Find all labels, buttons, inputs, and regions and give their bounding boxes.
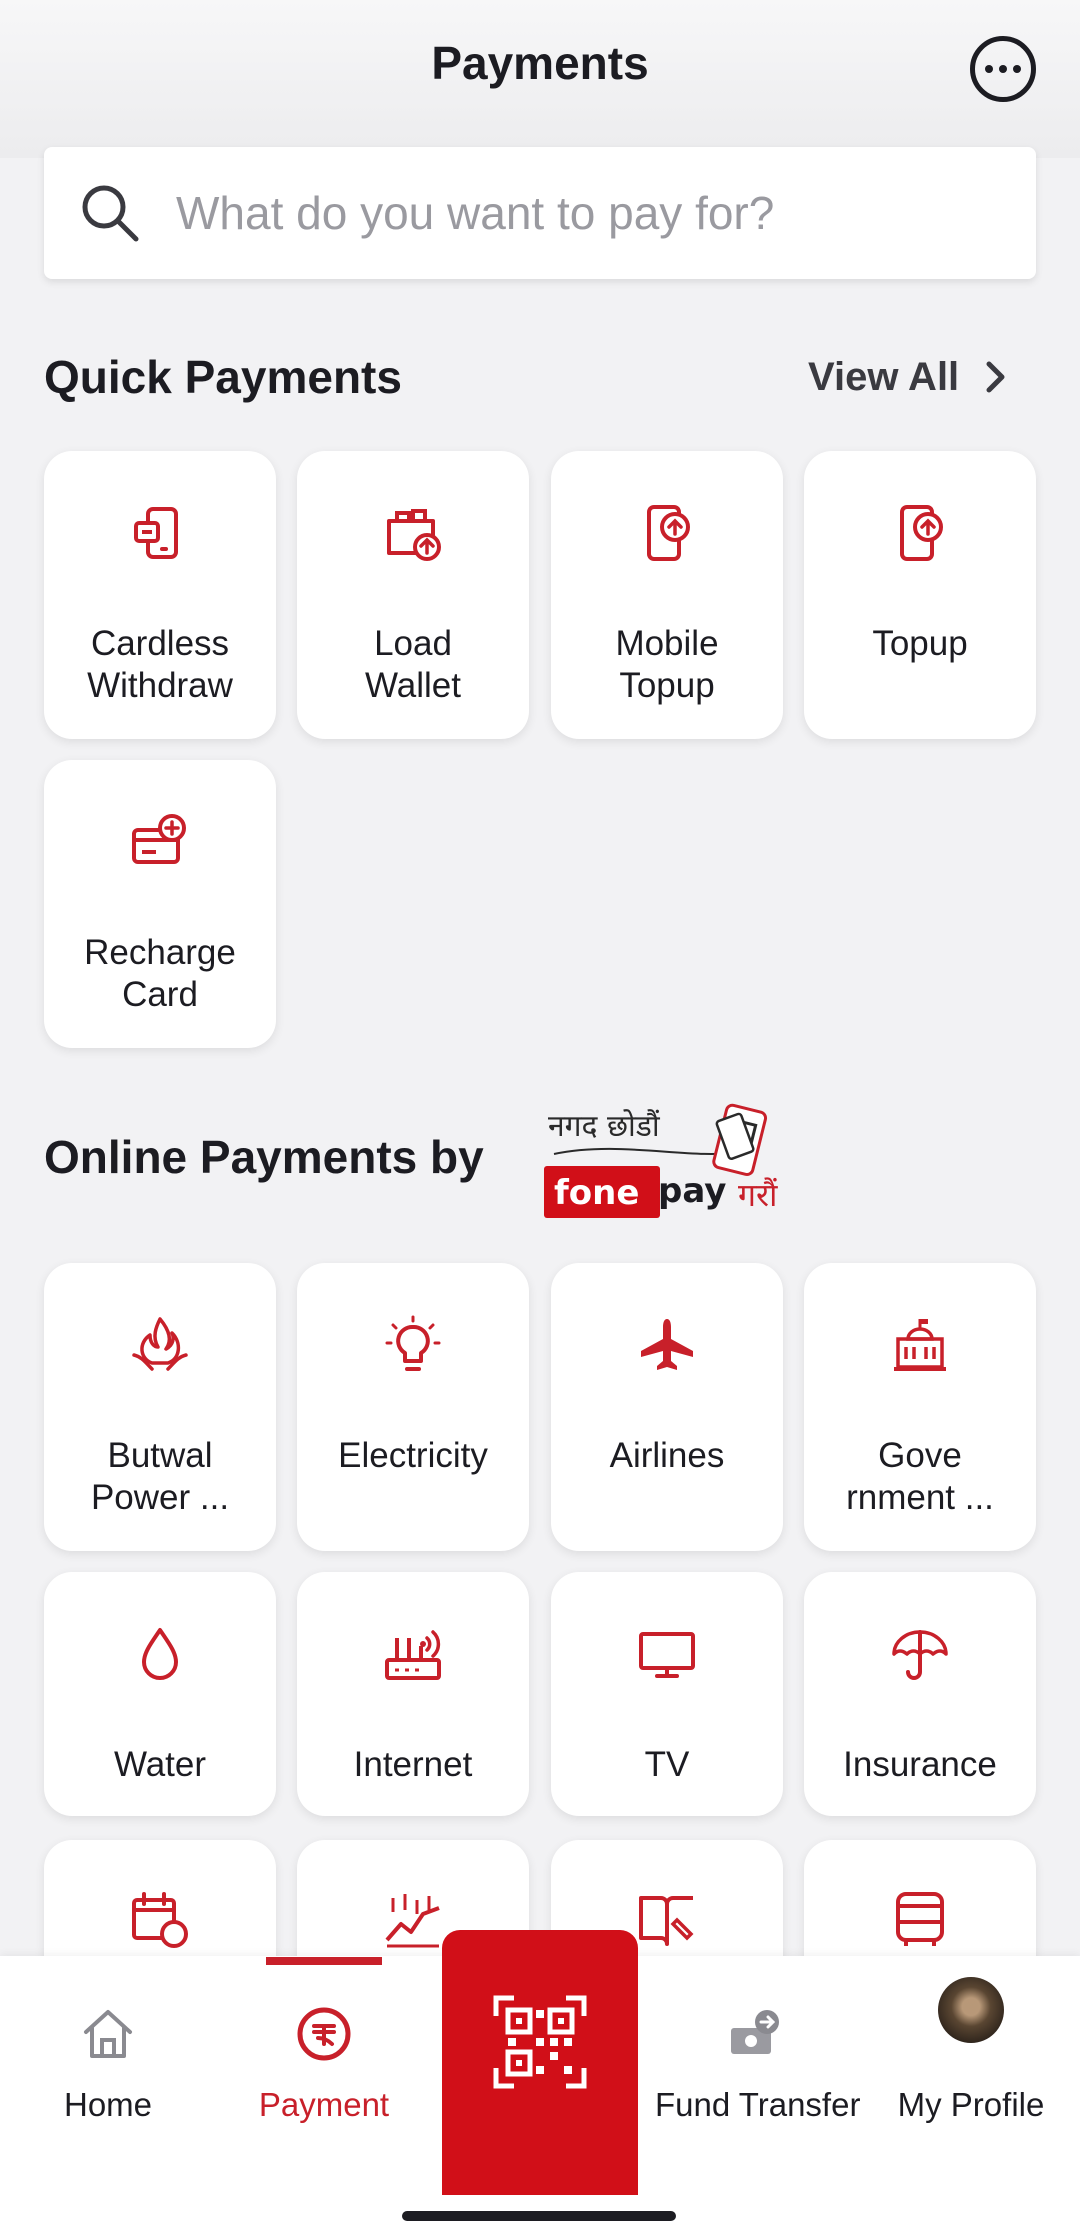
tile-label: Airlines — [609, 1436, 725, 1475]
qr-code-icon — [493, 1995, 587, 2089]
tile-label: Recharge Card — [84, 933, 236, 1014]
nav-item-fund-transfer[interactable]: Fund Transfer — [655, 1956, 861, 2156]
more-options-button[interactable] — [970, 36, 1036, 102]
quick-payment-tile[interactable]: Topup — [804, 451, 1036, 739]
tile-label: Internet — [353, 1745, 473, 1784]
recharge-card-icon — [132, 814, 186, 864]
search-input[interactable] — [176, 186, 1036, 240]
online-payment-tile[interactable]: Water — [44, 1572, 276, 1816]
quick-payments-title: Quick Payments — [44, 351, 402, 403]
calendar-payment-icon — [132, 1892, 188, 1948]
more-dot — [999, 65, 1007, 73]
cardless-withdraw-icon — [134, 507, 178, 559]
nav-label: Home — [63, 2086, 153, 2123]
bus-icon — [896, 1892, 944, 1946]
tile-label: Water — [113, 1745, 207, 1784]
topup-icon — [900, 505, 943, 561]
fund-transfer-icon — [731, 2010, 779, 2054]
svg-text:नगद छोडौं: नगद छोडौं — [548, 1109, 661, 1144]
online-payment-tile[interactable]: Electricity — [297, 1263, 529, 1551]
svg-text:गरौं: गरौं — [738, 1176, 778, 1214]
tile-label: Mobile Topup — [615, 624, 719, 705]
tile-label: Electricity — [338, 1436, 488, 1475]
power-flame-icon — [132, 1317, 188, 1371]
online-payment-tile[interactable]: Butwal Power ... — [44, 1263, 276, 1551]
search-icon — [82, 185, 139, 242]
fonepay-logo: नगद छोडौं fone pay गरौं — [544, 1103, 778, 1218]
lightbulb-icon — [385, 1315, 441, 1371]
online-payment-tile[interactable]: Gove rnment ... — [804, 1263, 1036, 1551]
scan-qr-button[interactable] — [442, 1930, 638, 2195]
stock-chart-icon — [385, 1894, 440, 1948]
svg-text:fone: fone — [554, 1173, 639, 1213]
online-payment-tile[interactable]: TV — [551, 1572, 783, 1816]
tile-label: Cardless Withdraw — [87, 624, 233, 705]
more-dot — [1013, 65, 1021, 73]
online-payments-title: Online Payments by — [44, 1131, 484, 1183]
page-title: Payments — [431, 37, 649, 89]
home-icon — [84, 2010, 132, 2058]
view-all-button[interactable]: View All — [808, 352, 1007, 402]
online-payment-tile[interactable]: Insurance — [804, 1572, 1036, 1816]
tile-label: Butwal Power ... — [90, 1436, 230, 1517]
view-all-label: View All — [808, 354, 960, 399]
airplane-icon — [641, 1319, 693, 1370]
tile-label: Insurance — [843, 1745, 997, 1784]
quick-payment-tile[interactable]: Load Wallet — [297, 451, 529, 739]
quick-payment-tile[interactable]: Recharge Card — [44, 760, 276, 1048]
mobile-topup-icon — [647, 505, 690, 561]
payment-icon — [297, 2007, 351, 2061]
online-payment-tile[interactable]: Airlines — [551, 1263, 783, 1551]
government-building-icon — [894, 1319, 946, 1371]
nav-item-home[interactable]: Home — [8, 1956, 208, 2156]
active-tab-indicator — [266, 1957, 382, 1965]
book-pen-icon — [639, 1896, 694, 1946]
chevron-right-icon — [986, 361, 1005, 393]
tile-label: Load Wallet — [365, 624, 461, 705]
quick-payment-tile[interactable]: Mobile Topup — [551, 451, 783, 739]
svg-text:pay: pay — [658, 1171, 726, 1211]
header: Payments — [0, 0, 1080, 158]
nav-label: My Profile — [897, 2086, 1045, 2123]
load-wallet-icon — [387, 509, 441, 561]
search-bar[interactable] — [44, 147, 1036, 279]
home-indicator — [402, 2211, 676, 2221]
water-drop-icon — [142, 1628, 178, 1680]
router-icon — [385, 1630, 441, 1680]
tv-icon — [639, 1632, 695, 1678]
tile-label: Topup — [872, 624, 968, 663]
tile-label: TV — [644, 1745, 690, 1784]
online-payment-tile[interactable]: Internet — [297, 1572, 529, 1816]
avatar[interactable] — [938, 1977, 1004, 2043]
nav-item-payment[interactable]: Payment — [224, 1956, 424, 2156]
tile-label: Gove rnment ... — [846, 1436, 994, 1517]
quick-payment-tile[interactable]: Cardless Withdraw — [44, 451, 276, 739]
more-horizontal-icon — [985, 65, 993, 73]
nav-label: Payment — [258, 2086, 390, 2123]
nav-label: Fund Transfer — [655, 2086, 861, 2123]
umbrella-icon — [892, 1630, 948, 1680]
